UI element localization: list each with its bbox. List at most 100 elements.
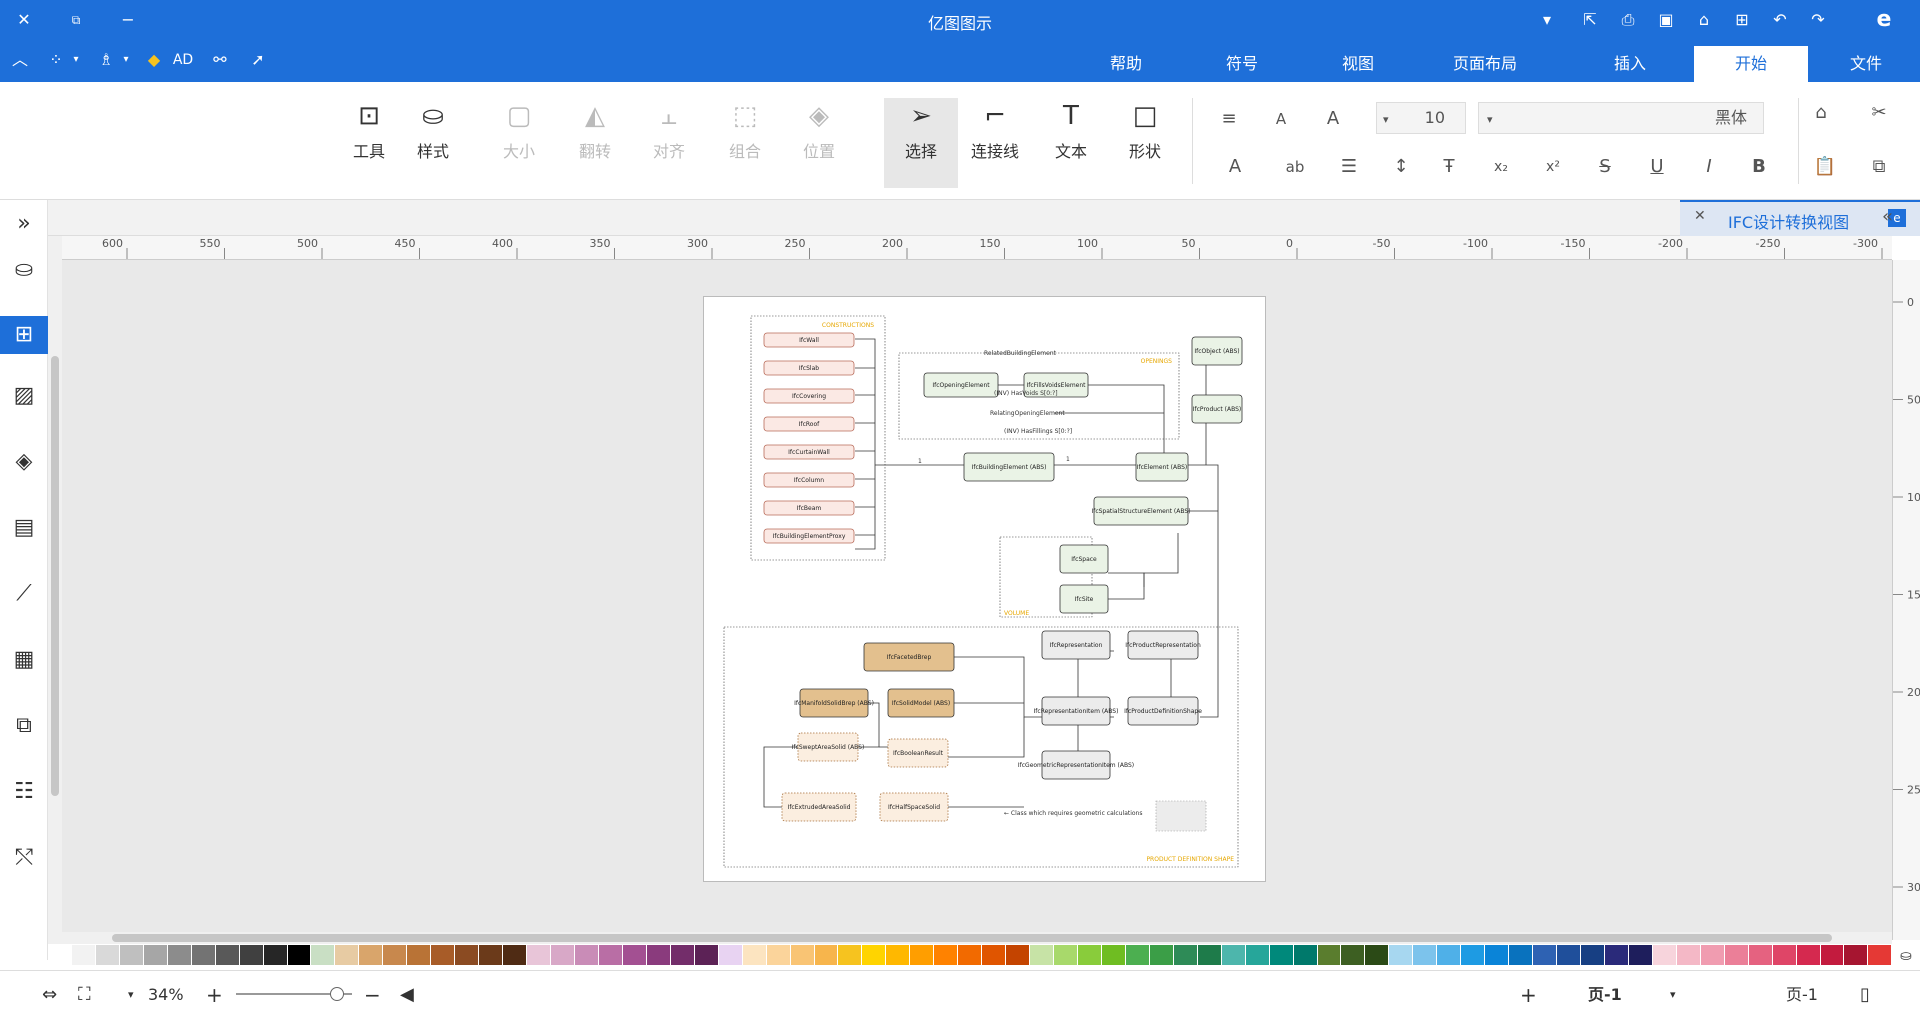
text-direction-icon[interactable]: ab bbox=[1282, 154, 1308, 180]
color-swatch[interactable] bbox=[1820, 945, 1845, 965]
color-swatch[interactable] bbox=[1461, 945, 1486, 965]
color-swatch[interactable] bbox=[1245, 945, 1270, 965]
play-icon[interactable]: ◀ bbox=[400, 983, 414, 1007]
color-swatch[interactable] bbox=[1173, 945, 1198, 965]
color-swatch[interactable] bbox=[886, 945, 911, 965]
table-icon[interactable]: ▦ bbox=[8, 644, 40, 676]
redo-icon[interactable]: ↷ bbox=[1806, 8, 1830, 32]
print-icon[interactable]: ⎙ bbox=[1616, 8, 1640, 32]
vip-gem-icon[interactable]: ◆ bbox=[142, 48, 166, 72]
connector-button[interactable]: ⌐ 连接线 bbox=[964, 98, 1026, 188]
zoom-slider[interactable] bbox=[236, 987, 352, 1001]
color-swatch[interactable] bbox=[862, 945, 887, 965]
color-swatch[interactable] bbox=[1700, 945, 1725, 965]
fullscreen-icon[interactable]: ⛶ bbox=[78, 983, 91, 1007]
select-button[interactable]: ➢ 选择 bbox=[884, 98, 958, 188]
new-icon[interactable]: ⊞ bbox=[1730, 8, 1754, 32]
font-size-select[interactable]: ▾ 10 bbox=[1376, 102, 1466, 134]
color-swatch[interactable] bbox=[1557, 945, 1581, 965]
layers-icon[interactable]: ◈ bbox=[8, 446, 40, 478]
group-button[interactable]: ⬚ 组合 bbox=[714, 98, 776, 188]
chart-icon[interactable]: ⟋ bbox=[8, 578, 40, 610]
color-swatch[interactable] bbox=[622, 945, 647, 965]
save-icon[interactable]: ▣ bbox=[1654, 8, 1678, 32]
color-swatch[interactable] bbox=[1221, 945, 1246, 965]
color-swatch[interactable] bbox=[1317, 945, 1342, 965]
outline-icon[interactable]: ⧉ bbox=[8, 710, 40, 742]
gantt-icon[interactable]: ☷ bbox=[8, 776, 40, 808]
color-swatch[interactable] bbox=[1269, 945, 1294, 965]
color-swatch[interactable] bbox=[1604, 945, 1629, 965]
color-swatch[interactable] bbox=[1413, 945, 1438, 965]
color-swatch[interactable] bbox=[1389, 945, 1414, 965]
dropdown-arrow-icon[interactable]: ▾ bbox=[128, 983, 134, 1007]
align-button[interactable]: ⫠ 对齐 bbox=[638, 98, 700, 188]
color-swatch[interactable] bbox=[1485, 945, 1510, 965]
paste-icon[interactable]: 📋 bbox=[1812, 154, 1838, 180]
color-swatch[interactable] bbox=[814, 945, 839, 965]
color-swatch[interactable] bbox=[479, 945, 504, 965]
copy-icon[interactable]: ⧉ bbox=[1866, 154, 1892, 180]
color-palette[interactable] bbox=[48, 945, 1893, 967]
color-swatch[interactable] bbox=[1030, 945, 1055, 965]
color-swatch[interactable] bbox=[71, 945, 96, 965]
color-swatch[interactable] bbox=[167, 945, 192, 965]
tab-insert[interactable]: 插入 bbox=[1594, 46, 1666, 82]
color-swatch[interactable] bbox=[790, 945, 815, 965]
color-swatch[interactable] bbox=[503, 945, 528, 965]
color-swatch[interactable] bbox=[1533, 945, 1558, 965]
color-swatch[interactable] bbox=[646, 945, 671, 965]
shape-button[interactable]: □ 形状 bbox=[1114, 98, 1176, 188]
italic-icon[interactable]: I bbox=[1696, 154, 1722, 180]
add-page-icon[interactable]: + bbox=[1520, 983, 1537, 1007]
color-swatch[interactable] bbox=[191, 945, 216, 965]
page-panel-icon[interactable]: ▯ bbox=[1860, 983, 1870, 1007]
color-swatch[interactable] bbox=[1652, 945, 1677, 965]
color-swatch[interactable] bbox=[431, 945, 456, 965]
flip-button[interactable]: ◭ 翻转 bbox=[564, 98, 626, 188]
share-icon[interactable]: ⚯ bbox=[208, 48, 232, 72]
dropdown-arrow-icon[interactable]: ▾ bbox=[64, 48, 88, 72]
color-swatch[interactable] bbox=[694, 945, 719, 965]
underline-icon[interactable]: U bbox=[1644, 154, 1670, 180]
expand-panel-icon[interactable]: » bbox=[8, 208, 40, 240]
tab-view[interactable]: 视图 bbox=[1322, 46, 1394, 82]
ad-label[interactable]: AD bbox=[166, 48, 200, 72]
cut-icon[interactable]: ✂ bbox=[1866, 100, 1892, 126]
color-swatch[interactable] bbox=[1077, 945, 1102, 965]
scroll-thumb[interactable] bbox=[51, 356, 59, 796]
tools-button[interactable]: ⊡ 工具 bbox=[338, 98, 400, 188]
color-swatch[interactable] bbox=[1101, 945, 1126, 965]
font-color-icon[interactable]: A bbox=[1222, 154, 1248, 180]
diagram-page[interactable]: CONSTRUCTIONS OPENINGS VOLUME PRODUCT DE… bbox=[703, 296, 1266, 882]
close-icon[interactable]: ✕ bbox=[1694, 208, 1706, 224]
color-swatch[interactable] bbox=[1772, 945, 1797, 965]
color-swatch[interactable] bbox=[1748, 945, 1773, 965]
symbols-library-icon[interactable]: ⊞ bbox=[0, 316, 48, 354]
zoom-level[interactable]: 34% bbox=[148, 983, 184, 1007]
color-swatch[interactable] bbox=[1341, 945, 1366, 965]
dropdown-arrow-icon[interactable]: ▾ bbox=[1535, 8, 1559, 32]
style-button[interactable]: ⛀ 样式 bbox=[402, 98, 464, 188]
page-tab[interactable]: 页-1 bbox=[1588, 983, 1622, 1007]
dropdown-arrow-icon[interactable]: ▾ bbox=[114, 48, 138, 72]
color-swatch[interactable] bbox=[670, 945, 695, 965]
open-folder-icon[interactable]: ⌂ bbox=[1692, 8, 1716, 32]
dropdown-arrow-icon[interactable]: ▾ bbox=[1670, 983, 1676, 1007]
size-button[interactable]: ▢ 大小 bbox=[488, 98, 550, 188]
color-swatch[interactable] bbox=[287, 945, 312, 965]
color-swatch[interactable] bbox=[1365, 945, 1390, 965]
color-swatch[interactable] bbox=[934, 945, 959, 965]
collapse-ribbon-icon[interactable]: ︿ bbox=[8, 48, 32, 72]
strikethrough-icon[interactable]: S bbox=[1592, 154, 1618, 180]
position-button[interactable]: ◈ 位置 bbox=[788, 98, 850, 188]
color-swatch[interactable] bbox=[598, 945, 623, 965]
decrease-font-icon[interactable]: A bbox=[1268, 106, 1294, 132]
drawing-canvas[interactable]: CONSTRUCTIONS OPENINGS VOLUME PRODUCT DE… bbox=[62, 260, 1892, 932]
font-family-select[interactable]: ▾ 黑体 bbox=[1478, 102, 1764, 134]
image-icon[interactable]: ▨ bbox=[8, 380, 40, 412]
color-swatch[interactable] bbox=[1724, 945, 1749, 965]
text-button[interactable]: T 文本 bbox=[1040, 98, 1102, 188]
color-swatch[interactable] bbox=[1676, 945, 1701, 965]
color-swatch[interactable] bbox=[838, 945, 863, 965]
